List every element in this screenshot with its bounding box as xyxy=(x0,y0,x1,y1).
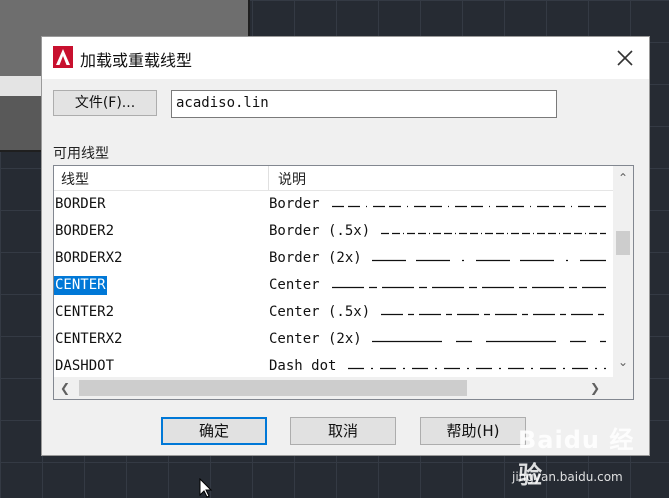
vertical-scroll-thumb[interactable] xyxy=(616,231,630,255)
autocad-icon xyxy=(53,46,73,68)
watermark-url: jingyan.baidu.com xyxy=(512,470,623,484)
linetype-preview xyxy=(348,367,606,370)
close-icon[interactable] xyxy=(612,45,638,71)
list-item[interactable]: CENTERX2 Center (2x) xyxy=(54,326,613,353)
scroll-up-icon[interactable]: ⌃ xyxy=(613,170,633,187)
linetype-name-selected: CENTER xyxy=(54,276,107,295)
horizontal-scroll-thumb[interactable] xyxy=(79,380,467,396)
linetype-description: Border xyxy=(269,196,320,212)
linetype-name: BORDER xyxy=(55,196,106,212)
help-button[interactable]: 帮助(H) xyxy=(420,417,526,445)
list-item[interactable]: CENTER2 Center (.5x) xyxy=(54,299,613,326)
mouse-cursor-icon xyxy=(199,478,213,498)
linetype-name: CENTERX2 xyxy=(55,331,123,347)
linetype-preview xyxy=(332,286,606,289)
scroll-right-icon[interactable]: ❯ xyxy=(586,379,604,397)
available-linetypes-label: 可用线型 xyxy=(53,146,109,162)
list-item[interactable]: BORDER Border xyxy=(54,191,613,218)
linetype-name: BORDERX2 xyxy=(55,250,123,266)
linetype-name: CENTER2 xyxy=(55,304,115,320)
dialog-title: 加载或重载线型 xyxy=(80,51,193,70)
linetype-preview xyxy=(372,340,606,343)
linetype-preview xyxy=(381,232,606,235)
list-header: 线型 说明 xyxy=(54,166,613,191)
linetype-name: DASHDOT xyxy=(55,358,115,374)
list-item[interactable]: BORDERX2 Border (2x) xyxy=(54,245,613,272)
file-button[interactable]: 文件(F)... xyxy=(53,90,157,116)
column-header-description[interactable]: 说明 xyxy=(278,169,306,189)
linetype-name: BORDER2 xyxy=(55,223,115,239)
linetype-description: Border (2x) xyxy=(269,250,362,266)
list-item[interactable]: CENTER Center xyxy=(54,272,613,299)
linetype-description: Center (.5x) xyxy=(269,304,371,320)
vertical-scrollbar[interactable]: ⌃ ⌄ xyxy=(613,166,633,377)
linetype-preview xyxy=(381,313,606,316)
linetype-description: Center xyxy=(269,277,320,293)
list-item[interactable]: BORDER2 Border (.5x) xyxy=(54,218,613,245)
baidu-jingyan-logo: Baidu 经验 xyxy=(518,426,635,489)
linetype-description: Center (2x) xyxy=(269,331,362,347)
file-name-field[interactable]: acadiso.lin xyxy=(171,90,557,118)
horizontal-scrollbar[interactable]: ❮ ❯ xyxy=(54,377,633,399)
cancel-button[interactable]: 取消 xyxy=(290,417,396,445)
linetype-list[interactable]: 线型 说明 BORDER Border BORDER2 Border (.5x)… xyxy=(53,165,634,400)
load-linetype-dialog: 加载或重载线型 文件(F)... acadiso.lin 可用线型 线型 说明 … xyxy=(41,36,650,456)
scroll-left-icon[interactable]: ❮ xyxy=(56,379,74,397)
linetype-description: Border (.5x) xyxy=(269,223,371,239)
scroll-down-icon[interactable]: ⌄ xyxy=(613,354,633,371)
linetype-preview xyxy=(332,205,606,208)
column-header-linetype[interactable]: 线型 xyxy=(61,169,89,189)
list-item[interactable]: DASHDOT Dash dot xyxy=(54,353,613,380)
linetype-description: Dash dot xyxy=(269,358,337,374)
linetype-preview xyxy=(372,259,606,262)
dialog-titlebar: 加载或重载线型 xyxy=(42,37,649,79)
ok-button[interactable]: 确定 xyxy=(161,417,267,445)
